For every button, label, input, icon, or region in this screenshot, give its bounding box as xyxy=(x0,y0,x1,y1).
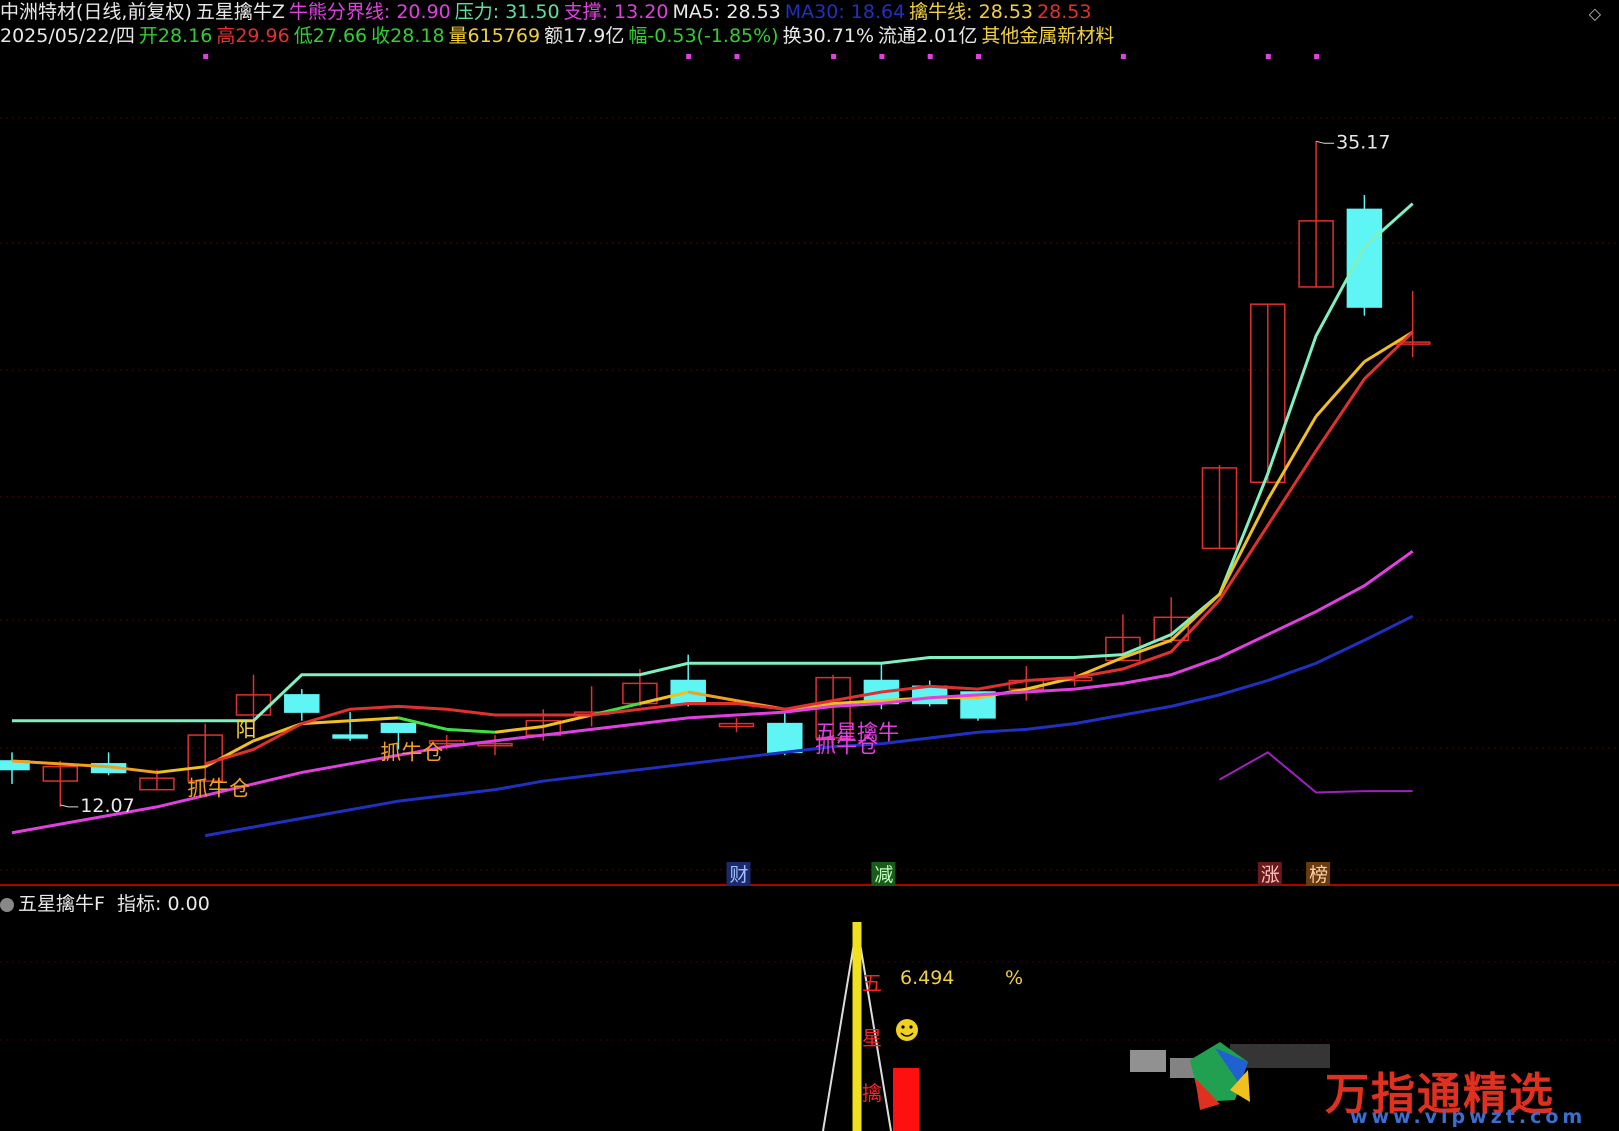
badge-3: 榜 xyxy=(1309,864,1328,886)
circle-down-icon[interactable] xyxy=(0,897,14,912)
subchart-percent: % xyxy=(1005,967,1023,989)
top-dot-5 xyxy=(927,54,933,59)
subchart-vertical-char-1: 星 xyxy=(862,1026,882,1050)
candle-body-28 xyxy=(1346,208,1383,308)
marker-label-4: 抓牛仓 xyxy=(815,733,878,757)
top-dot-2 xyxy=(734,54,740,59)
bull-line-seg-10 xyxy=(446,727,496,734)
top-dot-0 xyxy=(203,54,209,59)
candlestick-chart: 35.1712.07阳抓牛仓抓牛仓五星擒牛抓牛仓财减涨榜6.494 %五星擒 xyxy=(0,54,1619,1131)
subchart-vertical-char-0: 五 xyxy=(862,971,882,995)
annotation-label-0: 35.17 xyxy=(1336,131,1390,153)
top-dot-1 xyxy=(686,54,692,59)
smile-eye-right xyxy=(909,1025,913,1029)
annotation-pointer-0 xyxy=(1315,140,1335,144)
stock-chart-window: 中洲特材(日线,前复权) 五星擒牛Z 牛熊分界线: 20.90 压力: 31.50 支撑… xyxy=(0,0,1619,1131)
smile-icon xyxy=(896,1019,918,1041)
candle-body-6 xyxy=(284,694,320,713)
candle-body-16 xyxy=(767,722,803,754)
subchart-vertical-char-2: 擒 xyxy=(862,1081,882,1105)
subchart-value: 6.494 xyxy=(900,967,954,989)
top-dot-3 xyxy=(831,54,837,59)
badge-0: 财 xyxy=(730,864,749,886)
badge-1: 减 xyxy=(874,864,893,886)
badge-2: 涨 xyxy=(1261,864,1280,886)
candle-body-7 xyxy=(332,734,368,739)
marker-label-1: 抓牛仓 xyxy=(187,776,250,800)
top-dot-8 xyxy=(1265,54,1271,59)
marker-label-0: 阳 xyxy=(236,718,257,742)
watermark-url: www.vipwzt.com xyxy=(1350,1106,1587,1128)
bull-line-seg-11 xyxy=(494,724,544,734)
top-dot-9 xyxy=(1314,54,1320,59)
candle-body-8 xyxy=(380,722,417,733)
bull-line-seg-8 xyxy=(350,716,399,723)
bull-line-seg-4 xyxy=(156,765,206,774)
smile-eye-left xyxy=(901,1025,905,1029)
bull-line-seg-26 xyxy=(1218,498,1270,596)
annotation-pointer-1 xyxy=(60,804,79,808)
subchart-indicator: 指标: 0.00 xyxy=(117,893,210,915)
top-dot-4 xyxy=(879,54,885,59)
support-line xyxy=(1219,751,1413,794)
subchart-title: 五星擒牛F 指标: 0.00 xyxy=(0,889,210,916)
marker-label-2: 抓牛仓 xyxy=(380,741,443,765)
pressure-line xyxy=(12,202,1414,723)
annotation-label-1: 12.07 xyxy=(80,795,134,817)
top-dot-6 xyxy=(976,54,981,59)
subchart-red-bar xyxy=(893,1068,919,1131)
top-dot-7 xyxy=(1120,54,1126,59)
subchart-name: 五星擒牛F xyxy=(18,893,105,915)
